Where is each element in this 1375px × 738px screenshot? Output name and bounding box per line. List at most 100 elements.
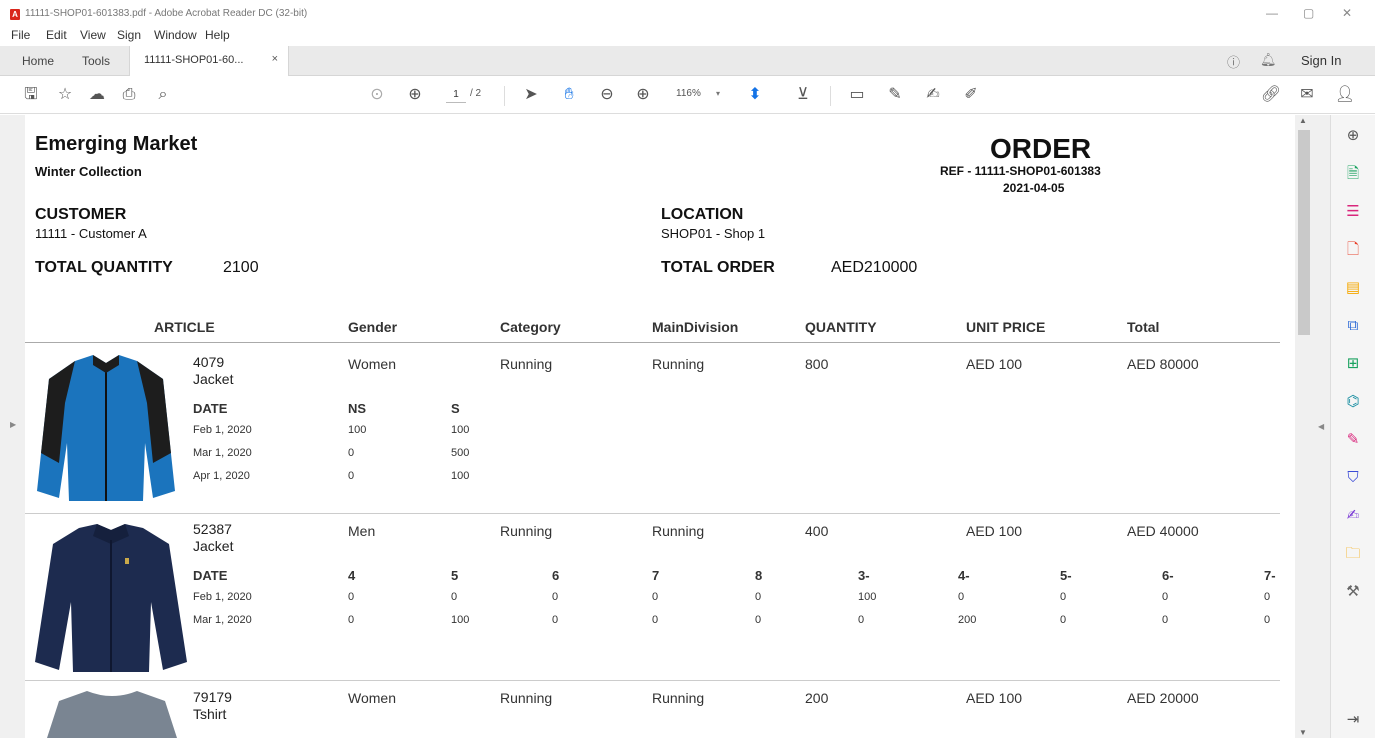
zoom-caret-icon[interactable]: ▾	[716, 89, 720, 98]
organize-pages-icon[interactable]: ☰	[1342, 201, 1364, 223]
size-row-value: 0	[755, 614, 762, 626]
scan-ocr-icon[interactable]: ⌬	[1342, 391, 1364, 413]
minimize-button[interactable]: —	[1266, 6, 1278, 20]
protect-shield-icon[interactable]: ⛉	[1342, 467, 1364, 489]
email-icon[interactable]: ✉	[1296, 84, 1318, 106]
header-gender: Gender	[348, 319, 398, 335]
select-cursor-icon[interactable]: ➤	[520, 84, 542, 106]
right-panel-toggle-icon[interactable]: ◀	[1318, 422, 1324, 431]
tab-document[interactable]: 11111-SHOP01-60... ×	[129, 46, 289, 76]
article-name: Tshirt	[193, 706, 227, 722]
scrollbar-thumb[interactable]	[1298, 130, 1310, 335]
order-ref: REF - 11111-SHOP01-601383	[940, 164, 1101, 178]
company-name: Emerging Market	[35, 133, 198, 155]
export-pdf-icon[interactable]: 🗎︎	[1342, 163, 1364, 185]
request-signature-icon[interactable]: ✍	[1342, 505, 1364, 527]
article-total: AED 20000	[1127, 690, 1199, 706]
size-row-value: 0	[348, 591, 355, 603]
vertical-scrollbar[interactable]: ▲ ▼	[1296, 115, 1312, 738]
menu-file[interactable]: File	[11, 28, 30, 42]
header-unit-price: UNIT PRICE	[966, 319, 1046, 335]
toolbar: 🖫 ☆ ☁ ⎙ ⌕ ⊙ ⊕ 1 / 2 ➤ ✋︎ ⊖ ⊕ 116% ▾ ⬍ ⊻ …	[0, 77, 1375, 114]
total-order-label: TOTAL ORDER	[661, 259, 775, 276]
tab-bar: Home Tools 11111-SHOP01-60... × ⓘ 🔔︎ Sig…	[0, 46, 1375, 76]
sign-icon[interactable]: ✍	[922, 84, 944, 106]
bell-icon[interactable]: 🔔︎	[1260, 52, 1277, 68]
zoom-in-icon[interactable]: ⊕	[632, 84, 654, 106]
size-row-value: 0	[348, 470, 355, 482]
bookmark-star-icon[interactable]: ☆	[54, 84, 76, 106]
header-total: Total	[1127, 319, 1160, 335]
send-for-review-icon[interactable]: 🗀︎	[1342, 543, 1364, 565]
restore-button[interactable]: ▢	[1303, 6, 1314, 20]
compress-pdf-icon[interactable]: ⊞	[1342, 353, 1364, 375]
menu-sign[interactable]: Sign	[117, 28, 141, 42]
size-row-value: 100	[451, 470, 470, 482]
toolbar-divider	[504, 86, 505, 106]
article-total: AED 40000	[1127, 523, 1199, 539]
add-user-icon[interactable]: 👤︎	[1334, 84, 1356, 106]
fit-page-icon[interactable]: ⬍	[744, 84, 766, 106]
size-header: 8	[755, 568, 763, 583]
window-title: 11111-SHOP01-601383.pdf - Adobe Acrobat …	[25, 8, 308, 19]
previous-page-icon[interactable]: ⊙	[366, 84, 388, 106]
size-header: 6-	[1162, 568, 1174, 583]
print-icon[interactable]: ⎙	[118, 84, 140, 106]
size-row-date: Mar 1, 2020	[193, 447, 252, 459]
close-tab-button[interactable]: ×	[272, 53, 278, 65]
zoom-search-icon[interactable]: ⊕	[1342, 125, 1364, 147]
fill-sign-icon[interactable]: ✐	[960, 84, 982, 106]
zoom-out-icon[interactable]: ⊖	[596, 84, 618, 106]
size-row-value: 0	[1162, 591, 1169, 603]
article-quantity: 800	[805, 356, 829, 372]
page-number-input[interactable]: 1	[446, 87, 466, 103]
header-article: ARTICLE	[154, 319, 215, 335]
article-image-jacket-navy	[35, 524, 187, 672]
menu-window[interactable]: Window	[154, 28, 197, 42]
fill-sign-icon[interactable]: ✎	[1342, 429, 1364, 451]
menu-edit[interactable]: Edit	[46, 28, 67, 42]
size-row-value: 0	[1264, 614, 1271, 626]
menu-view[interactable]: View	[80, 28, 106, 42]
size-row-date: Apr 1, 2020	[193, 470, 250, 482]
zoom-level-select[interactable]: 116%	[676, 88, 701, 99]
share-link-icon[interactable]: 🔗︎	[1260, 84, 1282, 106]
more-tools-icon[interactable]: ⚒	[1342, 581, 1364, 603]
sign-in-link[interactable]: Sign In	[1301, 53, 1341, 68]
upload-cloud-icon[interactable]: ☁	[86, 84, 108, 106]
size-header: 7	[652, 568, 660, 583]
header-divider	[25, 342, 1280, 343]
size-row-date: Feb 1, 2020	[193, 591, 252, 603]
order-title: ORDER	[990, 133, 1092, 164]
jacket-logo	[125, 558, 129, 564]
comment-icon[interactable]: ▤	[1342, 277, 1364, 299]
search-icon[interactable]: ⌕	[152, 84, 174, 106]
create-pdf-icon[interactable]: 🗋︎	[1342, 239, 1364, 261]
collapse-panel-icon[interactable]: ⇥	[1342, 709, 1364, 731]
size-row-value: 0	[652, 591, 659, 603]
save-icon[interactable]: 🖫	[20, 84, 42, 106]
tab-tools[interactable]: Tools	[82, 54, 110, 68]
article-unit-price: AED 100	[966, 356, 1023, 372]
scroll-mode-icon[interactable]: ⊻	[792, 84, 814, 106]
close-window-button[interactable]: ✕	[1342, 6, 1352, 20]
scroll-up-icon[interactable]: ▲	[1299, 116, 1307, 125]
next-page-icon[interactable]: ⊕	[404, 84, 426, 106]
menu-bar: File Edit View Sign Window Help	[0, 26, 1375, 44]
highlight-pen-icon[interactable]: ✎	[884, 84, 906, 106]
size-row-value: 0	[1162, 614, 1169, 626]
left-panel-toggle-icon[interactable]: ▶	[10, 420, 16, 429]
combine-files-icon[interactable]: ⧉	[1342, 315, 1364, 337]
comment-icon[interactable]: ▭	[846, 84, 868, 106]
help-icon[interactable]: ⓘ	[1227, 52, 1240, 71]
size-row-value: 0	[552, 614, 559, 626]
hand-tool-icon[interactable]: ✋︎	[558, 84, 580, 106]
tab-home[interactable]: Home	[22, 54, 54, 68]
right-tools-panel: ⊕ 🗎︎ ☰ 🗋︎ ▤ ⧉ ⊞ ⌬ ✎ ⛉ ✍ 🗀︎ ⚒ ⇥	[1330, 115, 1375, 738]
customer-value: 11111 - Customer A	[35, 226, 147, 241]
article-gender: Women	[348, 690, 396, 706]
menu-help[interactable]: Help	[205, 28, 230, 42]
size-row-value: 0	[958, 591, 965, 603]
scroll-down-icon[interactable]: ▼	[1299, 728, 1307, 737]
size-row-value: 500	[451, 447, 470, 459]
